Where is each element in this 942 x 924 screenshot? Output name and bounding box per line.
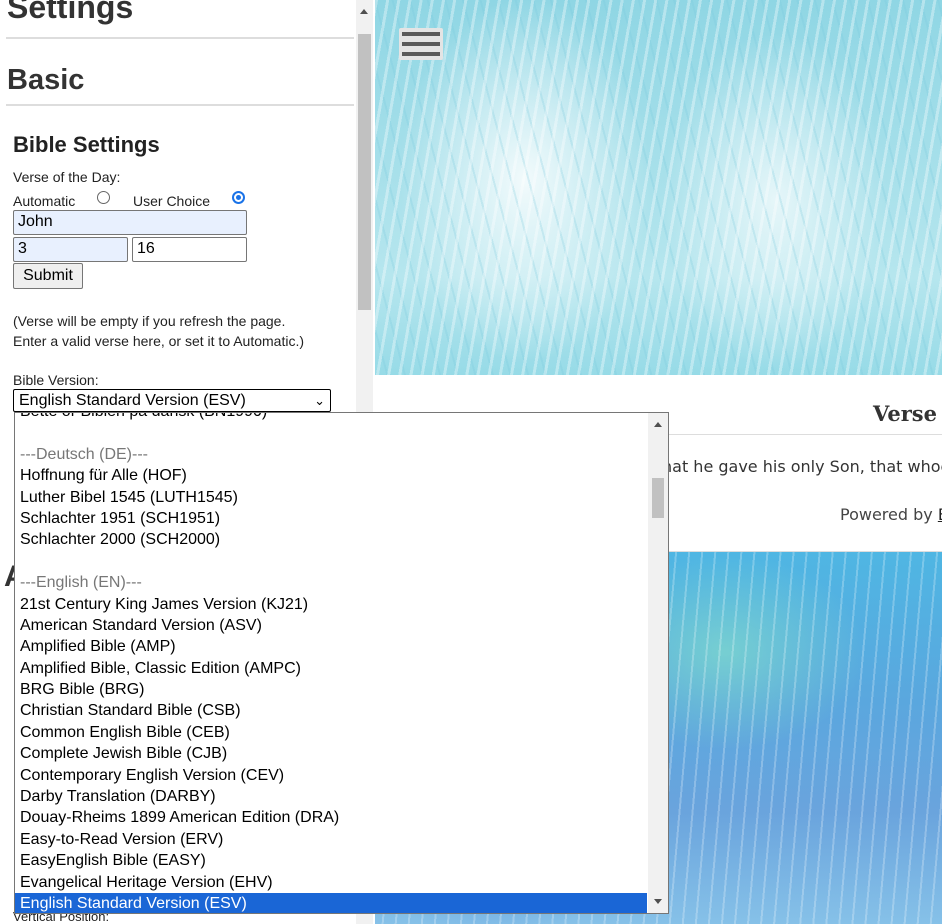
scroll-up-icon[interactable] bbox=[360, 9, 368, 14]
dropdown-option[interactable]: Darby Translation (DARBY) bbox=[15, 786, 647, 807]
powered-by-label: Powered by bbox=[840, 505, 938, 524]
divider bbox=[6, 37, 354, 39]
hamburger-icon-bar bbox=[402, 42, 440, 46]
user-choice-label: User Choice bbox=[133, 193, 211, 209]
powered-by: Powered by B bbox=[840, 505, 942, 524]
dropdown-option[interactable]: Complete Jewish Bible (CJB) bbox=[15, 743, 647, 764]
dropdown-option[interactable]: American Standard Version (ASV) bbox=[15, 615, 647, 636]
dropdown-scrollbar[interactable] bbox=[648, 413, 668, 913]
dropdown-spacer bbox=[15, 422, 647, 443]
scroll-down-icon[interactable] bbox=[654, 899, 662, 904]
dropdown-option-partial[interactable]: Bette or Biblen på dansk (BN1990) bbox=[15, 413, 647, 422]
verse-input[interactable]: 16 bbox=[132, 237, 247, 262]
hamburger-menu-button[interactable] bbox=[399, 28, 443, 60]
dropdown-group-label: ---English (EN)--- bbox=[20, 574, 142, 592]
powered-by-link[interactable]: B bbox=[938, 505, 942, 524]
bible-version-value: English Standard Version (ESV) bbox=[19, 392, 246, 409]
dropdown-option[interactable]: Christian Standard Bible (CSB) bbox=[15, 700, 647, 721]
dropdown-option[interactable]: Luther Bibel 1545 (LUTH1545) bbox=[15, 487, 647, 508]
dropdown-option[interactable]: 21st Century King James Version (KJ21) bbox=[15, 594, 647, 615]
user-choice-radio[interactable] bbox=[232, 191, 245, 204]
dropdown-option-selected[interactable]: English Standard Version (ESV) bbox=[15, 892, 647, 913]
dropdown-option[interactable]: EasyEnglish Bible (EASY) bbox=[15, 850, 647, 871]
verse-text: hat he gave his only Son, that whoev bbox=[662, 457, 942, 476]
bible-version-select[interactable]: English Standard Version (ESV) ⌄ bbox=[13, 389, 331, 412]
note-line-2: Enter a valid verse here, or set it to A… bbox=[13, 333, 305, 349]
scrollbar-thumb[interactable] bbox=[358, 34, 371, 310]
dropdown-option[interactable]: Schlachter 1951 (SCH1951) bbox=[15, 508, 647, 529]
scrollbar-thumb[interactable] bbox=[652, 478, 664, 518]
section-title: Basic bbox=[7, 64, 85, 96]
verse-divider bbox=[668, 434, 942, 435]
divider bbox=[6, 104, 354, 106]
dropdown-option[interactable]: Evangelical Heritage Version (EHV) bbox=[15, 872, 647, 893]
votd-label: Verse of the Day: bbox=[13, 169, 121, 185]
scroll-up-icon[interactable] bbox=[654, 422, 662, 427]
dropdown-option[interactable]: Contemporary English Version (CEV) bbox=[15, 765, 647, 786]
chevron-down-icon: ⌄ bbox=[314, 393, 325, 408]
dropdown-spacer bbox=[15, 551, 647, 572]
book-input[interactable]: John bbox=[13, 210, 247, 235]
dropdown-group-label: ---Deutsch (DE)--- bbox=[20, 445, 148, 463]
chapter-input[interactable]: 3 bbox=[13, 237, 128, 262]
automatic-label: Automatic bbox=[13, 193, 76, 209]
page-title: Settings bbox=[7, 0, 134, 25]
dropdown-option[interactable]: BRG Bible (BRG) bbox=[15, 679, 647, 700]
dropdown-list: Bette or Biblen på dansk (BN1990) ---Deu… bbox=[15, 413, 647, 913]
bible-version-dropdown[interactable]: Bette or Biblen på dansk (BN1990) ---Deu… bbox=[14, 412, 669, 914]
dropdown-option[interactable]: Schlachter 2000 (SCH2000) bbox=[15, 529, 647, 550]
submit-button[interactable]: Submit bbox=[13, 263, 83, 289]
verse-title: Verse bbox=[873, 401, 937, 426]
hamburger-icon-bar bbox=[402, 52, 440, 56]
dropdown-option[interactable]: Amplified Bible, Classic Edition (AMPC) bbox=[15, 658, 647, 679]
bible-settings-heading: Bible Settings bbox=[13, 132, 160, 157]
dropdown-option[interactable]: Easy-to-Read Version (ERV) bbox=[15, 829, 647, 850]
dropdown-option[interactable]: Common English Bible (CEB) bbox=[15, 722, 647, 743]
dropdown-option[interactable]: Douay-Rheims 1899 American Edition (DRA) bbox=[15, 807, 647, 828]
note-line-1: (Verse will be empty if you refresh the … bbox=[13, 313, 286, 329]
dropdown-option[interactable]: Amplified Bible (AMP) bbox=[15, 636, 647, 657]
automatic-radio[interactable] bbox=[97, 191, 110, 204]
hamburger-icon bbox=[402, 32, 440, 36]
dropdown-option[interactable]: Hoffnung für Alle (HOF) bbox=[15, 465, 647, 486]
bible-version-label: Bible Version: bbox=[13, 372, 99, 388]
